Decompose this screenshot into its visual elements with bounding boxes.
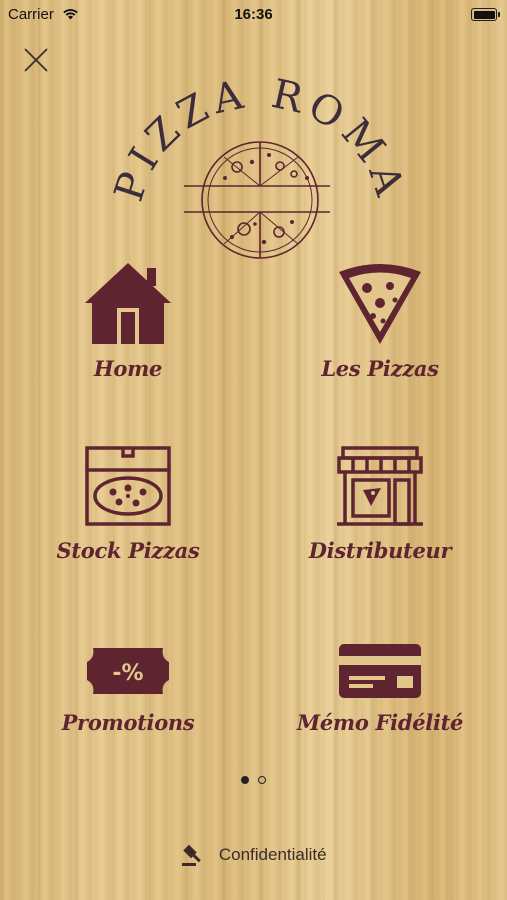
close-icon[interactable] bbox=[20, 44, 52, 76]
menu-label-home: Home bbox=[93, 356, 163, 381]
privacy-link[interactable]: Confidentialité bbox=[0, 843, 507, 867]
menu-item-loyalty[interactable]: Mémo Fidélité bbox=[280, 640, 480, 735]
loyalty-card-icon bbox=[339, 644, 421, 698]
page-dot-1[interactable] bbox=[241, 776, 250, 784]
menu-label-distributor: Distributeur bbox=[308, 538, 452, 563]
menu-item-distributor[interactable]: Distributeur bbox=[280, 444, 480, 563]
gavel-icon bbox=[182, 844, 202, 866]
storefront-icon bbox=[337, 446, 423, 526]
menu-item-stock[interactable]: Stock Pizzas bbox=[28, 444, 228, 563]
page-indicator[interactable] bbox=[0, 771, 507, 789]
privacy-label: Confidentialité bbox=[218, 845, 327, 864]
menu-label-promotions: Promotions bbox=[61, 710, 195, 735]
svg-text:-%: -% bbox=[112, 661, 143, 686]
menu-item-pizzas[interactable]: Les Pizzas bbox=[280, 258, 480, 381]
page-dot-2[interactable] bbox=[257, 776, 266, 784]
menu-label-loyalty: Mémo Fidélité bbox=[296, 710, 464, 735]
menu-item-home[interactable]: Home bbox=[28, 258, 228, 381]
pizza-box-icon bbox=[85, 446, 171, 526]
status-bar: Carrier 16:36 bbox=[0, 0, 507, 30]
menu-label-stock: Stock Pizzas bbox=[56, 538, 200, 563]
discount-ticket-icon: -% bbox=[87, 648, 169, 694]
battery-icon bbox=[471, 8, 500, 21]
menu-label-pizzas: Les Pizzas bbox=[321, 356, 439, 381]
clock: 16:36 bbox=[234, 6, 273, 23]
house-icon bbox=[85, 263, 171, 344]
brand-logo: PIZZA ROMA bbox=[112, 71, 402, 259]
pizza-slice-icon bbox=[339, 264, 421, 344]
menu-item-promotions[interactable]: -% Promotions bbox=[28, 640, 228, 735]
